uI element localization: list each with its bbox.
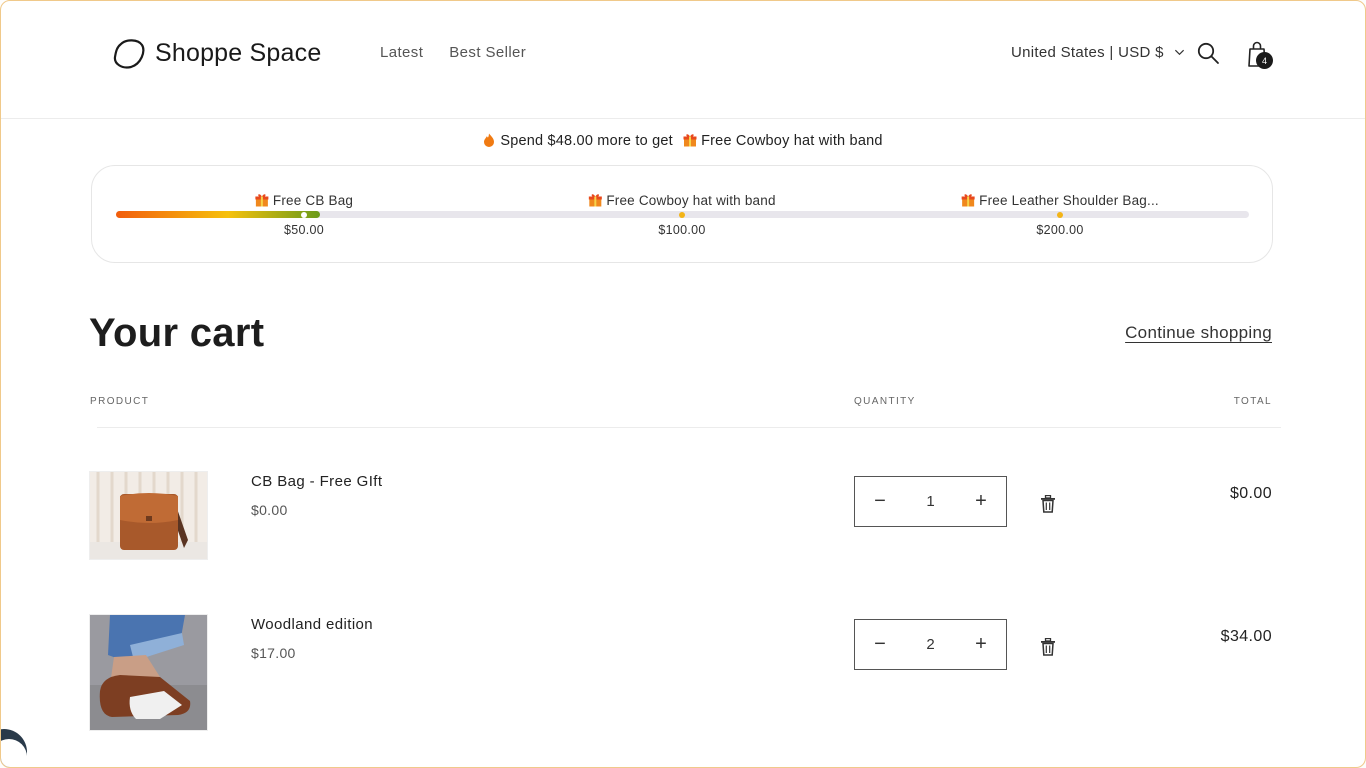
gift-icon — [683, 134, 697, 147]
free-gift-message: Spend $48.00 more to get Free Cowboy hat… — [1, 133, 1365, 149]
quantity-stepper: − 1 + — [854, 476, 1007, 527]
milestone-value: $50.00 — [283, 223, 325, 237]
page-title: Your cart — [89, 311, 265, 355]
gift-icon — [255, 194, 269, 207]
line-total: $0.00 — [1229, 485, 1272, 502]
product-unit-price: $0.00 — [251, 502, 288, 518]
decrease-quantity-button[interactable]: − — [855, 477, 905, 526]
quantity-value[interactable]: 2 — [926, 636, 934, 653]
trash-icon[interactable] — [1040, 495, 1056, 513]
product-image-cb-bag[interactable] — [89, 471, 208, 560]
product-unit-price: $17.00 — [251, 645, 296, 661]
site-header: Shoppe Space Latest Best Seller United S… — [1, 1, 1365, 119]
reward-progress-card: Free CB Bag $50.00 Free Cowboy hat with … — [91, 165, 1273, 263]
quantity-stepper: − 2 + — [854, 619, 1007, 670]
milestone-label-text: Free CB Bag — [272, 193, 354, 208]
decrease-quantity-button[interactable]: − — [855, 620, 905, 669]
gift-icon — [961, 194, 975, 207]
locale-label: United States | USD $ — [1011, 44, 1164, 61]
trash-icon[interactable] — [1040, 638, 1056, 656]
cart-line-item: Woodland edition $17.00 − 2 + $34.00 — [1, 614, 1365, 734]
milestone-value: $200.00 — [1036, 223, 1084, 237]
product-name[interactable]: Woodland edition — [251, 616, 373, 633]
brand-logo[interactable]: Shoppe Space — [111, 35, 321, 71]
milestone-label: Free Leather Shoulder Bag... — [961, 193, 1159, 208]
promo-reward: Free Cowboy hat with band — [701, 133, 883, 149]
milestone-dot — [679, 212, 685, 218]
milestone-label-text: Free Leather Shoulder Bag... — [979, 193, 1159, 208]
page-frame: Shoppe Space Latest Best Seller United S… — [0, 0, 1366, 768]
milestone-label-text: Free Cowboy hat with band — [606, 193, 776, 208]
column-header-total: TOTAL — [1233, 396, 1272, 407]
increase-quantity-button[interactable]: + — [956, 477, 1006, 526]
chat-widget-button[interactable] — [1, 729, 27, 767]
logo-pebble-icon — [113, 39, 145, 69]
nav-best-seller[interactable]: Best Seller — [449, 44, 526, 61]
product-name[interactable]: CB Bag - Free GIft — [251, 473, 382, 490]
milestone-label: Free CB Bag — [255, 193, 353, 208]
quantity-value[interactable]: 1 — [926, 493, 934, 510]
product-image-woodland-edition[interactable] — [89, 614, 208, 731]
cart-line-item: CB Bag - Free GIft $0.00 − 1 + $0.00 — [1, 471, 1365, 591]
country-currency-selector[interactable]: United States | USD $ — [1011, 44, 1185, 61]
gift-icon — [588, 194, 602, 207]
brown-leather-bag-image — [90, 472, 207, 559]
promo-text: Spend $48.00 more to get — [500, 133, 673, 149]
search-icon[interactable] — [1196, 41, 1220, 65]
milestone-dot — [1057, 212, 1063, 218]
increase-quantity-button[interactable]: + — [956, 620, 1006, 669]
milestone-dot — [301, 212, 307, 218]
nav-latest[interactable]: Latest — [380, 44, 423, 61]
line-total: $34.00 — [1220, 628, 1272, 645]
milestone-value: $100.00 — [658, 223, 706, 237]
continue-shopping-link[interactable]: Continue shopping — [1125, 323, 1272, 343]
no-show-socks-image — [90, 615, 207, 730]
fire-icon — [484, 133, 495, 147]
cart-count-badge: 4 — [1256, 52, 1273, 69]
chevron-down-icon — [1174, 49, 1184, 56]
column-header-quantity: QUANTITY — [854, 396, 916, 407]
milestone-label: Free Cowboy hat with band — [588, 193, 775, 208]
reward-progress-fill — [116, 211, 320, 218]
column-header-product: PRODUCT — [90, 396, 150, 407]
main-nav: Latest Best Seller — [380, 44, 526, 61]
brand-name: Shoppe Space — [155, 38, 322, 67]
header-divider — [97, 427, 1281, 428]
